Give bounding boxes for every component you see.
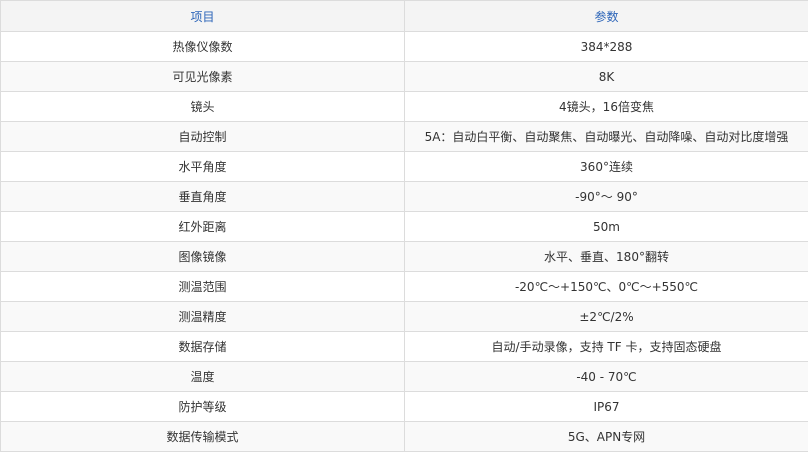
row-item-label: 自动控制 [1, 122, 405, 152]
row-parameter-value: ±2℃/2% [405, 302, 808, 332]
table-row: 数据存储 自动/手动录像，支持 TF 卡，支持固态硬盘 [1, 332, 808, 362]
row-item-label: 防护等级 [1, 392, 405, 422]
table-row: 垂直角度 -90°～ 90° [1, 182, 808, 212]
header-item: 项目 [1, 1, 405, 32]
row-item-label: 可见光像素 [1, 62, 405, 92]
header-parameter: 参数 [405, 1, 808, 32]
row-item-label: 红外距离 [1, 212, 405, 242]
row-parameter-value: 384*288 [405, 32, 808, 62]
row-parameter-value: 360°连续 [405, 152, 808, 182]
row-item-label: 热像仪像数 [1, 32, 405, 62]
row-item-label: 图像镜像 [1, 242, 405, 272]
table-row: 自动控制 5A：自动白平衡、自动聚焦、自动曝光、自动降噪、自动对比度增强 [1, 122, 808, 152]
table-row: 防护等级 IP67 [1, 392, 808, 422]
row-parameter-value: -20℃～+150℃、0℃～+550℃ [405, 272, 808, 302]
row-item-label: 水平角度 [1, 152, 405, 182]
row-item-label: 数据存储 [1, 332, 405, 362]
spec-table: 项目 参数 热像仪像数 384*288 可见光像素 8K 镜头 4镜头，16倍变… [0, 0, 808, 452]
table-row: 图像镜像 水平、垂直、180°翻转 [1, 242, 808, 272]
table-row: 红外距离 50m [1, 212, 808, 242]
row-parameter-value: IP67 [405, 392, 808, 422]
row-item-label: 数据传输模式 [1, 422, 405, 452]
row-parameter-value: -90°～ 90° [405, 182, 808, 212]
row-item-label: 测温精度 [1, 302, 405, 332]
table-row: 数据传输模式 5G、APN专网 [1, 422, 808, 452]
row-item-label: 垂直角度 [1, 182, 405, 212]
table-row: 可见光像素 8K [1, 62, 808, 92]
table-row: 测温范围 -20℃～+150℃、0℃～+550℃ [1, 272, 808, 302]
row-parameter-value: -40 - 70℃ [405, 362, 808, 392]
row-parameter-value: 50m [405, 212, 808, 242]
table-row: 热像仪像数 384*288 [1, 32, 808, 62]
row-parameter-value: 自动/手动录像，支持 TF 卡，支持固态硬盘 [405, 332, 808, 362]
table-row: 温度 -40 - 70℃ [1, 362, 808, 392]
table-row: 镜头 4镜头，16倍变焦 [1, 92, 808, 122]
row-parameter-value: 4镜头，16倍变焦 [405, 92, 808, 122]
row-parameter-value: 水平、垂直、180°翻转 [405, 242, 808, 272]
table-header-row: 项目 参数 [1, 1, 808, 32]
row-parameter-value: 8K [405, 62, 808, 92]
row-item-label: 温度 [1, 362, 405, 392]
row-item-label: 镜头 [1, 92, 405, 122]
table-row: 水平角度 360°连续 [1, 152, 808, 182]
row-parameter-value: 5G、APN专网 [405, 422, 808, 452]
row-item-label: 测温范围 [1, 272, 405, 302]
row-parameter-value: 5A：自动白平衡、自动聚焦、自动曝光、自动降噪、自动对比度增强 [405, 122, 808, 152]
table-row: 测温精度 ±2℃/2% [1, 302, 808, 332]
